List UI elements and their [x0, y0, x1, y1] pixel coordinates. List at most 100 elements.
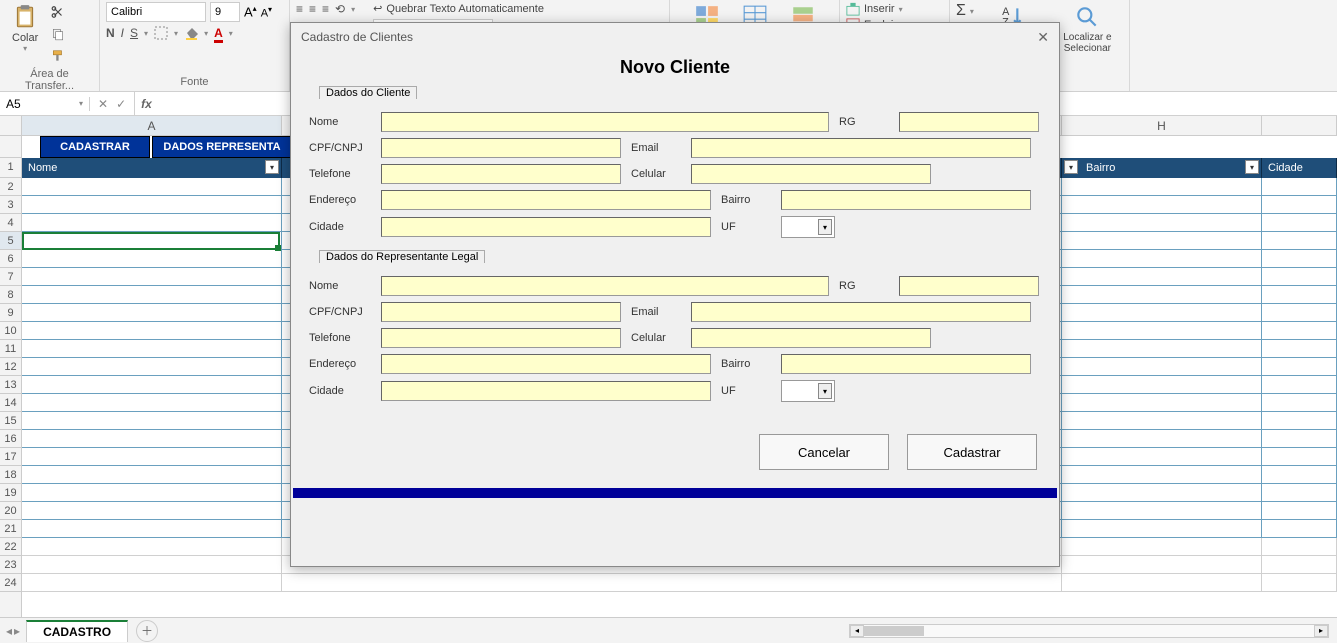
shrink-font-button[interactable]: A▾ [261, 5, 272, 20]
cell[interactable] [1262, 412, 1337, 430]
cell[interactable] [1062, 196, 1262, 214]
cell[interactable] [1062, 376, 1262, 394]
column-header-I[interactable] [1262, 116, 1337, 135]
cell[interactable] [1062, 412, 1262, 430]
cell[interactable] [1062, 556, 1262, 574]
cell[interactable] [22, 574, 282, 592]
format-painter-button[interactable] [48, 46, 68, 66]
row-header-24[interactable]: 24 [0, 574, 21, 592]
orientation-button[interactable]: ⟲ [335, 2, 345, 16]
cell[interactable] [22, 214, 282, 232]
cell[interactable] [1262, 322, 1337, 340]
cell[interactable] [1262, 214, 1337, 232]
cell[interactable] [22, 268, 282, 286]
underline-button[interactable]: S [130, 26, 138, 40]
horizontal-scrollbar[interactable]: ◂ ▸ [158, 624, 1337, 638]
cell[interactable] [1062, 250, 1262, 268]
cancel-button[interactable]: Cancelar [759, 434, 889, 470]
cell[interactable] [22, 304, 282, 322]
row-header-13[interactable]: 13 [0, 376, 21, 394]
combo-uf-rep[interactable]: ▾ [781, 380, 835, 402]
row-header-17[interactable]: 17 [0, 448, 21, 466]
input-nome[interactable] [381, 112, 829, 132]
italic-button[interactable]: I [121, 26, 124, 40]
cell[interactable] [1062, 448, 1262, 466]
cell[interactable] [1262, 430, 1337, 448]
cell[interactable] [1262, 178, 1337, 196]
column-header-H[interactable]: H [1062, 116, 1262, 135]
cell[interactable] [1262, 484, 1337, 502]
sheet-nav-prev[interactable]: ▸ [14, 624, 20, 638]
row-header-11[interactable]: 11 [0, 340, 21, 358]
copy-button[interactable] [48, 24, 68, 44]
bold-button[interactable]: N [106, 26, 115, 40]
row-header-6[interactable]: 6 [0, 250, 21, 268]
combo-uf[interactable]: ▾ [781, 216, 835, 238]
table-header-bairro[interactable]: ▾Bairro▾ [1062, 158, 1262, 178]
paste-button[interactable]: Colar ▾ [6, 2, 44, 55]
cell[interactable] [22, 178, 282, 196]
cell[interactable] [1262, 196, 1337, 214]
cell[interactable] [1262, 556, 1337, 574]
align-top-button[interactable]: ≡ [296, 2, 303, 16]
cell[interactable] [1062, 520, 1262, 538]
cell[interactable] [1062, 484, 1262, 502]
cancel-formula-button[interactable]: ✕ [98, 97, 108, 111]
cell[interactable] [1062, 214, 1262, 232]
cell[interactable] [1062, 232, 1262, 250]
select-all-corner[interactable] [0, 116, 22, 135]
row-header-9[interactable]: 9 [0, 304, 21, 322]
cell[interactable] [22, 232, 282, 250]
chevron-down-icon[interactable]: ▾ [229, 29, 233, 38]
cell[interactable] [22, 376, 282, 394]
cell[interactable] [1062, 394, 1262, 412]
table-header-cidade[interactable]: Cidade [1262, 158, 1337, 178]
grow-font-button[interactable]: A▴ [244, 4, 257, 19]
input-endereco[interactable] [381, 190, 711, 210]
cell[interactable] [22, 538, 282, 556]
wrap-text-button[interactable]: ↩Quebrar Texto Automaticamente [373, 2, 544, 15]
row-header-14[interactable]: 14 [0, 394, 21, 412]
row-header-16[interactable]: 16 [0, 430, 21, 448]
column-header-A[interactable]: A [22, 116, 282, 135]
cell[interactable] [22, 358, 282, 376]
cell[interactable] [1262, 574, 1337, 592]
borders-button[interactable] [154, 26, 168, 40]
row-header-8[interactable]: 8 [0, 286, 21, 304]
align-bottom-button[interactable]: ≡ [322, 2, 329, 16]
cell[interactable] [22, 286, 282, 304]
cell[interactable] [1262, 358, 1337, 376]
row-header-19[interactable]: 19 [0, 484, 21, 502]
row-header-20[interactable]: 20 [0, 502, 21, 520]
cell[interactable] [22, 556, 282, 574]
row-header-15[interactable]: 15 [0, 412, 21, 430]
cell[interactable] [1262, 502, 1337, 520]
input-telefone[interactable] [381, 164, 621, 184]
underline-dropdown[interactable]: ▾ [144, 29, 148, 38]
filter-button[interactable]: ▾ [265, 160, 279, 174]
name-box[interactable]: A5▾ [0, 97, 90, 111]
cell[interactable] [22, 502, 282, 520]
filter-button[interactable]: ▾ [1245, 160, 1259, 174]
input-nome-rep[interactable] [381, 276, 829, 296]
cell[interactable] [1062, 286, 1262, 304]
cell[interactable] [22, 448, 282, 466]
cell[interactable] [1262, 340, 1337, 358]
row-header-23[interactable]: 23 [0, 556, 21, 574]
input-cpf-rep[interactable] [381, 302, 621, 322]
row-header-1[interactable]: 1 [0, 158, 21, 178]
cell[interactable] [1262, 394, 1337, 412]
input-cidade[interactable] [381, 217, 711, 237]
sheet-nav-first[interactable]: ◂ [6, 624, 12, 638]
input-celular[interactable] [691, 164, 931, 184]
chevron-down-icon[interactable]: ▾ [174, 29, 178, 38]
row-header-2[interactable]: 2 [0, 178, 21, 196]
cell[interactable] [1262, 304, 1337, 322]
cell[interactable] [22, 250, 282, 268]
cell[interactable] [1062, 538, 1262, 556]
scroll-left-button[interactable]: ◂ [850, 625, 864, 637]
input-endereco-rep[interactable] [381, 354, 711, 374]
cell[interactable] [22, 430, 282, 448]
input-email-rep[interactable] [691, 302, 1031, 322]
row-header-21[interactable]: 21 [0, 520, 21, 538]
